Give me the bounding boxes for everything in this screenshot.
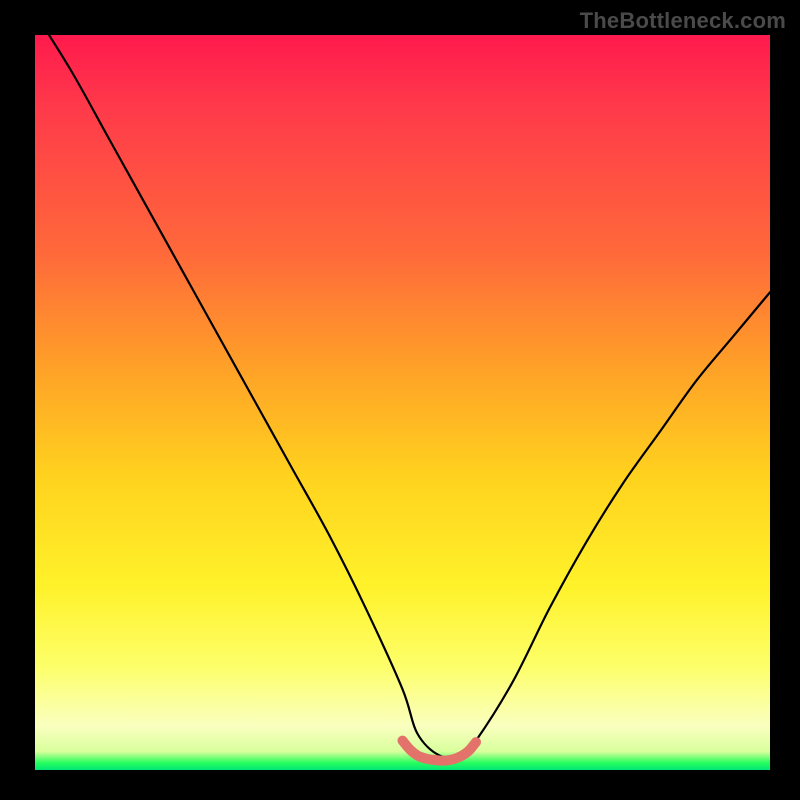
bottleneck-curve	[35, 35, 770, 758]
chart-frame: TheBottleneck.com	[0, 0, 800, 800]
watermark-text: TheBottleneck.com	[580, 8, 786, 34]
plot-area	[35, 35, 770, 770]
trough-marker	[403, 741, 477, 761]
curve-layer	[35, 35, 770, 770]
